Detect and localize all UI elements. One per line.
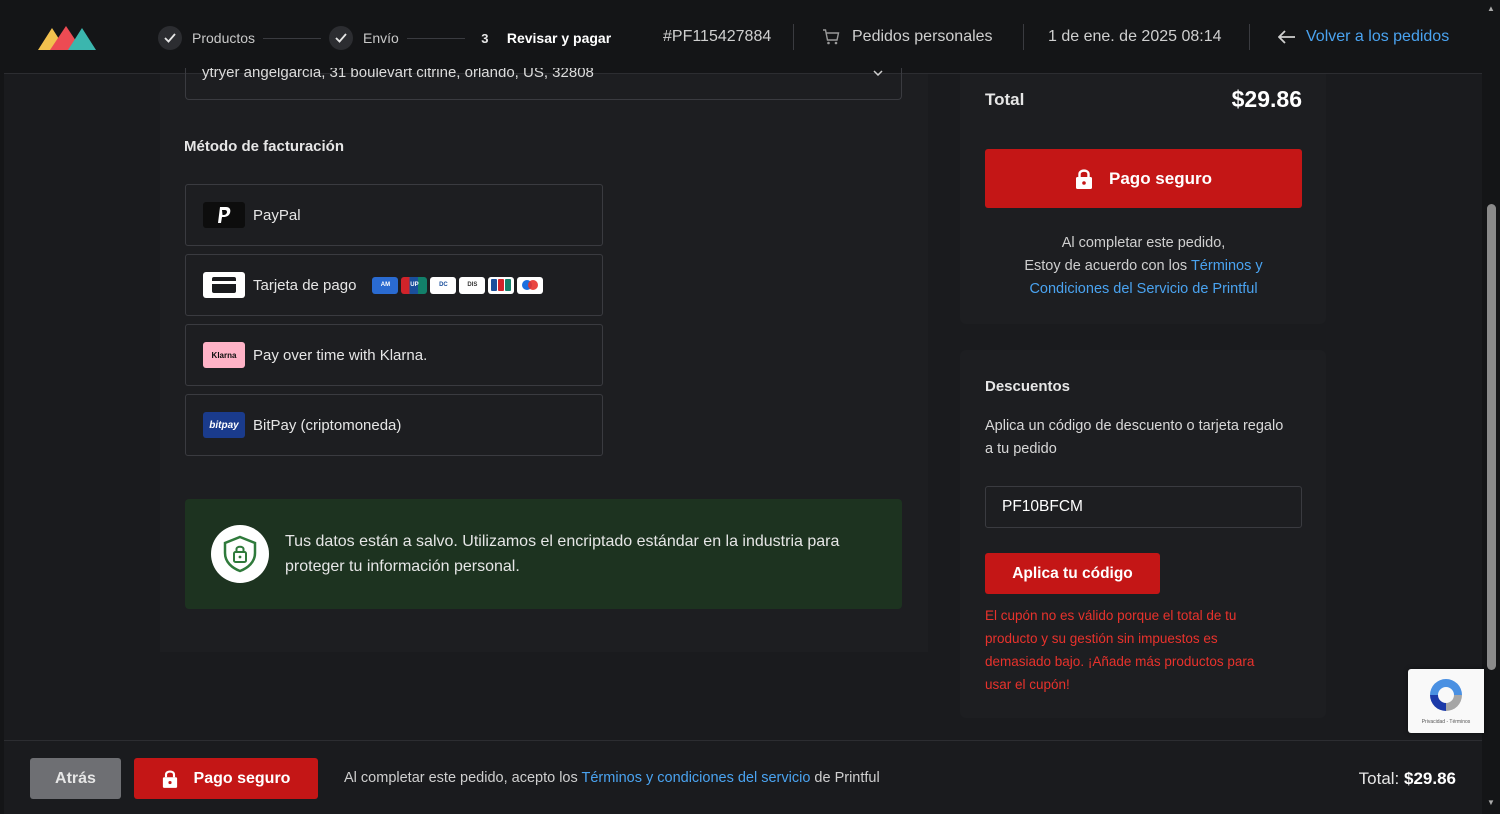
footer-total: Total: $29.86 <box>1359 769 1456 789</box>
step-revisar-y-pagar: 3 Revisar y pagar <box>473 26 611 50</box>
store-name: Pedidos personales <box>852 28 993 45</box>
step-connector <box>406 37 465 39</box>
unionpay-icon: UP <box>401 276 428 294</box>
printful-logo[interactable] <box>38 24 98 52</box>
header-divider <box>793 24 794 50</box>
klarna-icon: Klarna <box>203 342 245 368</box>
recaptcha-text: Privacidad - Términos <box>1421 719 1471 725</box>
checkout-steps: Productos Envío 3 Revisar y pagar <box>158 24 611 52</box>
footer-pay-label: Pago seguro <box>193 769 291 787</box>
step-label: Envío <box>363 30 399 46</box>
order-total-panel: Total $29.86 Pago seguro Al completar es… <box>960 74 1326 324</box>
shipping-address-select[interactable]: ytryer angelgarcia, 31 boulevart citrine… <box>185 68 902 100</box>
step-envio[interactable]: Envío <box>329 26 399 50</box>
header-divider <box>1023 24 1024 50</box>
diners-club-icon: DC <box>430 276 457 294</box>
footer-agreement: Al completar este pedido, acepto los Tér… <box>344 770 880 786</box>
page-scrollbar[interactable]: ▲ ▼ <box>1483 0 1500 814</box>
step-productos[interactable]: Productos <box>158 26 255 50</box>
secure-pay-label: Pago seguro <box>1109 168 1212 188</box>
scrollbar-thumb[interactable] <box>1487 204 1496 670</box>
payment-option-label: PayPal <box>253 206 301 224</box>
footer-terms-link[interactable]: Términos y condiciones del servicio <box>582 770 811 786</box>
payment-option-klarna[interactable]: Klarna Pay over time with Klarna. <box>185 324 603 386</box>
billing-method-title: Método de facturación <box>184 138 345 155</box>
payment-option-paypal[interactable]: PayPal <box>185 184 603 246</box>
recaptcha-icon <box>1430 679 1462 711</box>
coupon-code-input[interactable] <box>985 486 1302 528</box>
jcb-icon <box>488 276 515 294</box>
cart-icon <box>823 29 840 45</box>
secure-pay-button[interactable]: Pago seguro <box>985 149 1302 208</box>
footer-total-value: $29.86 <box>1404 769 1456 788</box>
discover-icon: DIS <box>459 276 486 294</box>
billing-panel: ytryer angelgarcia, 31 boulevart citrine… <box>160 68 928 652</box>
credit-card-icon <box>203 272 245 298</box>
header-divider <box>1249 24 1250 50</box>
scroll-up-arrow-icon[interactable]: ▲ <box>1487 4 1495 13</box>
order-id: #PF115427884 <box>663 28 772 45</box>
card-brands: AM UP DC DIS <box>372 276 546 294</box>
lock-icon <box>162 769 177 788</box>
checkout-page: Productos Envío 3 Revisar y pagar #PF115… <box>4 0 1482 814</box>
footer-total-label: Total: <box>1358 769 1404 788</box>
chevron-down-icon <box>873 70 883 76</box>
scroll-down-arrow-icon[interactable]: ▼ <box>1487 798 1495 807</box>
lock-icon <box>1076 168 1093 189</box>
discounts-panel: Descuentos Aplica un código de descuento… <box>960 350 1326 718</box>
total-label: Total <box>985 90 1025 109</box>
agreement-text: Al completar este pedido, Estoy de acuer… <box>985 232 1302 301</box>
discounts-title: Descuentos <box>985 378 1071 395</box>
payment-option-card[interactable]: Tarjeta de pago AM UP DC DIS <box>185 254 603 316</box>
check-icon <box>329 26 354 50</box>
arrow-left-icon <box>1278 30 1295 44</box>
agreement-line: Estoy de acuerdo con los <box>1024 258 1191 274</box>
payment-option-label: Tarjeta de pago <box>253 276 357 294</box>
step-label: Revisar y pagar <box>506 30 612 46</box>
back-to-orders-link[interactable]: Volver a los pedidos <box>1278 28 1449 46</box>
step-number: 3 <box>481 30 489 46</box>
recaptcha-badge[interactable]: Privacidad - Términos <box>1408 669 1484 733</box>
payment-option-bitpay[interactable]: bitpay BitPay (criptomoneda) <box>185 394 603 456</box>
back-button[interactable]: Atrás <box>30 758 121 799</box>
footer-bar: Atrás Pago seguro Al completar este pedi… <box>4 740 1482 814</box>
footer-agreement-text: de Printful <box>810 770 880 786</box>
check-icon <box>158 26 182 50</box>
security-notice: Tus datos están a salvo. Utilizamos el e… <box>185 499 902 609</box>
apply-code-button[interactable]: Aplica tu código <box>985 553 1160 594</box>
order-date: 1 de ene. de 2025 08:14 <box>1048 28 1222 45</box>
step-label: Productos <box>192 30 256 46</box>
footer-secure-pay-button[interactable]: Pago seguro <box>134 758 318 799</box>
payment-option-label: BitPay (criptomoneda) <box>253 416 402 434</box>
discounts-description: Aplica un código de descuento o tarjeta … <box>985 418 1284 457</box>
payment-option-label: Pay over time with Klarna. <box>253 346 428 364</box>
store-label: Pedidos personales <box>822 28 993 46</box>
maestro-icon <box>517 276 544 294</box>
shield-lock-icon <box>211 525 269 583</box>
header-bar: Productos Envío 3 Revisar y pagar #PF115… <box>4 0 1482 74</box>
bitpay-icon: bitpay <box>203 412 245 438</box>
total-value: $29.86 <box>1231 86 1302 112</box>
coupon-error-message: El cupón no es válido porque el total de… <box>985 608 1255 692</box>
step-connector <box>263 37 322 39</box>
address-text: ytryer angelgarcia, 31 boulevart citrine… <box>202 68 594 81</box>
back-link-label: Volver a los pedidos <box>1306 28 1450 45</box>
footer-agreement-text: Al completar este pedido, acepto los <box>344 770 582 786</box>
amex-icon: AM <box>372 276 399 294</box>
paypal-icon <box>203 202 245 228</box>
security-message: Tus datos están a salvo. Utilizamos el e… <box>285 533 840 575</box>
agreement-line: Al completar este pedido, <box>1061 235 1226 251</box>
